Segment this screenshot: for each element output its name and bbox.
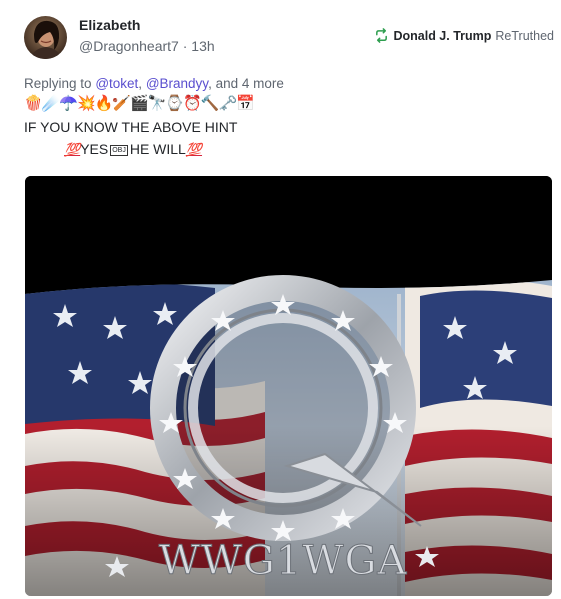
- retruth-label: ReTruthed: [495, 28, 554, 43]
- hundred-emoji: 💯: [64, 142, 81, 157]
- author-meta: @Dragonheart7 · 13h: [79, 38, 215, 54]
- retruth-user[interactable]: Donald J. Trump: [393, 29, 491, 43]
- post-text-yes: YES: [80, 141, 109, 157]
- reply-and: and: [215, 76, 239, 91]
- author-handle[interactable]: @Dragonheart7: [79, 38, 179, 54]
- avatar[interactable]: [24, 16, 67, 59]
- reply-comma: ,: [208, 76, 212, 91]
- retruth-icon: [376, 28, 388, 43]
- mention-link[interactable]: @toket: [95, 76, 138, 91]
- post-text-he-will: HE WILL: [129, 141, 186, 157]
- object-replacement-glyph: OBJ: [110, 145, 128, 156]
- reply-comma: ,: [138, 76, 143, 91]
- post-time[interactable]: 13h: [191, 38, 214, 54]
- post-text-line: IF YOU KNOW THE ABOVE HINT: [24, 119, 238, 135]
- meta-separator: ·: [182, 38, 188, 54]
- post-media-image[interactable]: WWG1WGA: [25, 176, 552, 596]
- retruth-indicator: Donald J. Trump ReTruthed: [374, 28, 554, 43]
- more-mentions-link[interactable]: 4 more: [242, 76, 284, 91]
- mention-link[interactable]: @Brandyy: [146, 76, 208, 91]
- media-caption: WWG1WGA: [159, 538, 408, 584]
- emoji-hint-row: 🍿☄️☂️💥🔥🏏🎬🔭⌚⏰🔨🗝️📅: [24, 95, 255, 112]
- reply-prefix: Replying to: [24, 76, 92, 91]
- reply-context: Replying to @toket, @Brandyy, and 4 more: [24, 76, 284, 91]
- author-name[interactable]: Elizabeth: [79, 17, 140, 33]
- hundred-emoji: 💯: [185, 142, 203, 157]
- post-header: Elizabeth @Dragonheart7 · 13h Donald J. …: [24, 14, 554, 60]
- post-text-line: 💯YES OBJ HE WILL💯: [64, 141, 202, 158]
